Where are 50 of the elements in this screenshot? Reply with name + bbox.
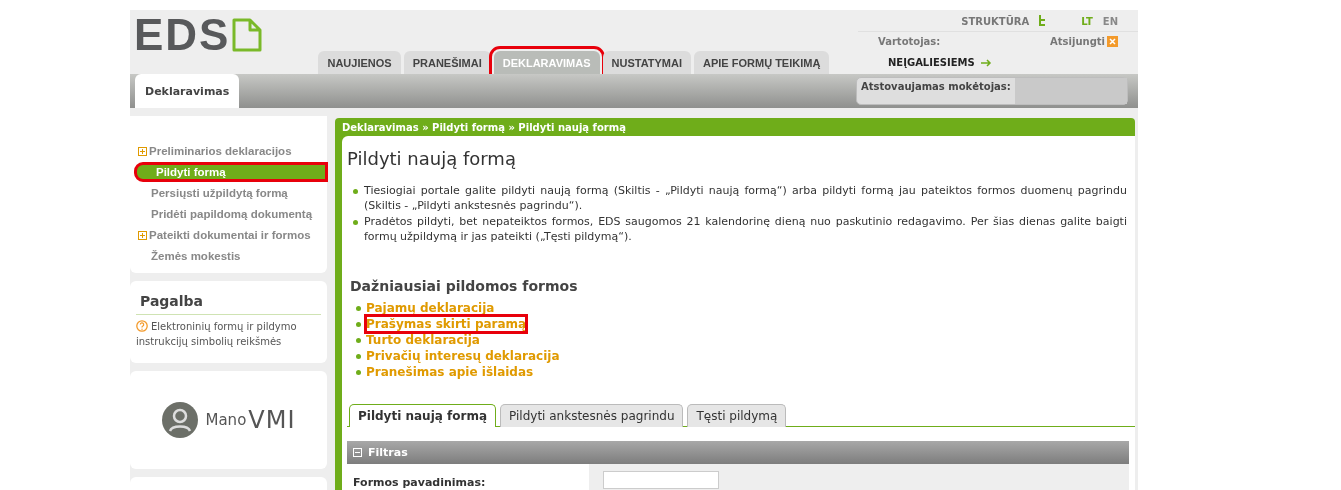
sidebar-item[interactable]: Pridėti papildomą dokumentą (130, 205, 327, 223)
user-label: Vartotojas: (878, 36, 941, 47)
nav-tab[interactable]: APIE FORMŲ TEIKIMĄ (694, 51, 830, 74)
form-link[interactable]: Turto deklaracija (366, 332, 480, 348)
expand-icon[interactable] (138, 146, 147, 156)
info-text: Pradėtos pildyti, bet nepateiktos formos, EDS saugomos 21 kalendorinę dieną nuo paskutinio redagavimo. Per šias dienas galite baigti formų užpildymą ir jas pateikti („Tęsti pildymą“). (364, 214, 1127, 244)
language-link[interactable]: EN (1102, 15, 1118, 27)
field-label: Formos pavadinimas: (347, 464, 589, 490)
language-link[interactable]: LT (1081, 15, 1093, 27)
form-link[interactable]: Prašymas skirti paramą (366, 316, 527, 332)
section-tab[interactable]: Deklaravimas (135, 74, 240, 108)
section-title: Dažniausiai pildomos formos (350, 278, 579, 294)
logout-link[interactable]: Atsijungti (1050, 36, 1105, 47)
close-icon[interactable] (1107, 36, 1118, 47)
logo-text: EDS (134, 10, 231, 60)
help-icon (136, 320, 148, 332)
filter-title: Filtras (368, 446, 408, 459)
input-field[interactable] (603, 471, 719, 489)
expand-icon[interactable] (138, 230, 147, 240)
form-link[interactable]: Pranešimas apie išlaidas (366, 364, 534, 380)
info-text: Tiesiogiai portale galite pildyti naują formą (Skiltis - „Pildyti naują formą“) arba pildyti formą jau pateiktos formos duomenų pagrindu (Skiltis - „Pildyti ankstesnės pagrindu“). (364, 183, 1127, 213)
form-tab[interactable]: Pildyti naują formą (349, 404, 497, 427)
tree-icon (1039, 15, 1048, 27)
payer-field: Atstovaujamas mokėtojas: (856, 77, 1128, 105)
filter-header[interactable]: Filtras (347, 441, 1129, 464)
sidebar-item[interactable]: Persiųsti užpildytą formą (130, 184, 327, 202)
breadcrumb: Deklaravimas » Pildyti formą » Pildyti naują formą (342, 121, 627, 135)
nav-tab[interactable]: NUSTATYMAI (602, 51, 691, 74)
form-tab[interactable]: Pildyti ankstesnės pagrindu (500, 404, 684, 427)
sidebar-item[interactable]: Žemės mokestis (130, 247, 327, 265)
form-link[interactable]: Pajamų deklaracija (366, 300, 495, 316)
logo-text: Mano (205, 411, 247, 429)
arrow-right-icon (980, 58, 992, 67)
nav-tab[interactable]: PRANEŠIMAI (403, 51, 491, 74)
page-title: Pildyti naują formą (347, 148, 517, 169)
form-link[interactable]: Privačių interesų deklaracija (366, 348, 560, 364)
accessibility-link[interactable]: NEĮGALIESIEMS (858, 51, 1138, 74)
user-icon (161, 401, 200, 439)
sidebar-item[interactable]: Preliminarios deklaracijos (130, 142, 327, 160)
form-tab[interactable]: Tęsti pildymą (687, 404, 787, 427)
sidebar-item[interactable]: Pildyti formą (135, 163, 327, 181)
structure-link[interactable]: STRUKTŪRA (961, 15, 1030, 27)
logo-card[interactable]: ManoVMI (130, 371, 327, 469)
sidebar-item[interactable]: Pateikti dokumentai ir formos (130, 226, 327, 244)
collapse-icon[interactable] (353, 448, 362, 457)
help-title: Pagalba (136, 293, 321, 315)
nav-tab[interactable]: NAUJIENOS (318, 51, 401, 74)
logo-text: VMI (248, 406, 296, 434)
document-icon (232, 18, 263, 52)
help-link[interactable]: Elektroninių formų ir pildymo instrukcijų simbolių reikšmės (136, 315, 321, 349)
